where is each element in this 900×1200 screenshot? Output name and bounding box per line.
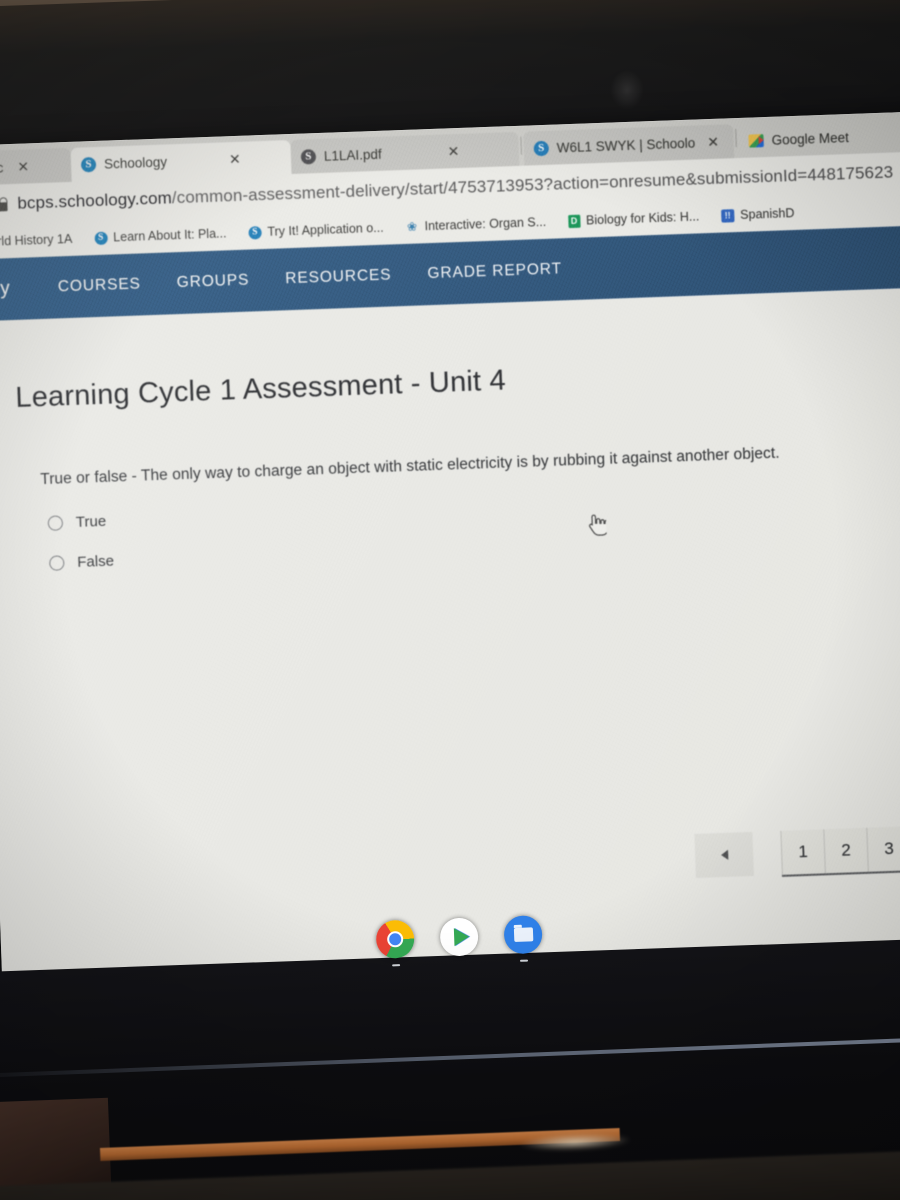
answer-option-true[interactable]: True [47,512,107,532]
pdf-icon: S [300,148,317,165]
url-host: bcps.schoology.com [17,188,173,213]
bookmark-label: SpanishD [739,206,795,222]
tab-title: 7: Sec [0,159,4,176]
google-meet-icon [748,133,764,148]
blue-square-icon: !! [721,208,735,223]
bookmark-try-it-application[interactable]: S Try It! Application o... [237,220,395,240]
nav-item-courses[interactable]: COURSES [40,275,160,297]
question-prompt: True or false - The only way to charge a… [40,444,780,489]
bookmark-label: Learn About It: Pla... [112,226,227,245]
schoology-icon: S [248,225,262,240]
answer-option-false[interactable]: False [49,553,114,572]
tab-title: L1LAI.pdf [323,146,382,164]
tab-title: Schoology [103,153,168,172]
laptop-photo: 7: Sec ✕ S Schoology ✕ S L1LAI.pdf ✕ S W… [0,0,900,1200]
schoology-brand[interactable]: gy [0,278,10,301]
nav-item-grade-report[interactable]: GRADE REPORT [409,260,580,284]
pagination-page-2[interactable]: 2 [823,827,868,874]
pagination-prev-button[interactable] [694,831,754,878]
tab-divider [520,136,522,155]
tab-divider [735,129,737,148]
answer-label: True [75,512,107,531]
bezel-reflection [610,70,644,110]
radio-button[interactable] [47,515,64,531]
nav-item-groups[interactable]: GROUPS [158,271,267,293]
bookmark-label: Biology for Kids: H... [585,209,700,228]
bird-icon: ❀ [406,219,418,234]
tab-close-icon[interactable]: ✕ [17,158,29,174]
assessment-page: Learning Cycle 1 Assessment - Unit 4 Tru… [0,286,900,983]
bookmark-world-history[interactable]: World History 1A [0,231,84,249]
play-store-icon[interactable] [439,917,479,957]
nav-item-resources[interactable]: RESOURCES [267,266,410,289]
bookmark-label: Interactive: Organ S... [424,214,547,234]
lock-icon [0,197,8,212]
bookmark-interactive-organ[interactable]: ❀ Interactive: Organ S... [394,215,557,235]
chrome-icon[interactable] [375,919,415,967]
app-running-indicator [519,959,529,962]
tab-title: W6L1 SWYK | Schoolo [556,135,696,155]
answer-label: False [76,552,115,571]
browser-tab-0[interactable]: 7: Sec ✕ [0,147,72,187]
pagination-page-3[interactable]: 3 [866,826,900,872]
files-icon[interactable] [503,915,543,962]
tab-close-icon[interactable]: ✕ [229,151,241,167]
tab-title: Google Meet [771,129,850,148]
bookmark-learn-about-it[interactable]: S Learn About It: Pla... [83,226,238,246]
schoology-icon: S [533,140,550,156]
tab-close-icon[interactable]: ✕ [707,134,719,150]
bookmark-biology-for-kids[interactable]: D Biology for Kids: H... [557,209,711,228]
question-pagination: 1 2 3 4 5 [694,823,900,880]
page-title: Learning Cycle 1 Assessment - Unit 4 [14,364,507,414]
laptop-screen: 7: Sec ✕ S Schoology ✕ S L1LAI.pdf ✕ S W… [0,110,900,983]
schoology-icon: S [94,231,108,245]
bookmark-label: Try It! Application o... [267,220,384,239]
radio-button[interactable] [49,555,65,571]
bookmark-spanishd[interactable]: !! SpanishD [710,206,806,223]
google-docs-icon: D [567,214,581,228]
left-triangle-icon [720,849,728,861]
tab-close-icon[interactable]: ✕ [447,143,459,159]
pagination-page-1[interactable]: 1 [780,829,825,875]
browser-tab-4[interactable]: Google Meet [738,118,900,158]
schoology-icon: S [80,156,97,173]
app-running-indicator [392,963,401,967]
mouse-cursor-pointer-icon [589,514,607,536]
bookmark-label: World History 1A [0,231,73,250]
pagination-number-list: 1 2 3 4 5 [780,823,900,877]
